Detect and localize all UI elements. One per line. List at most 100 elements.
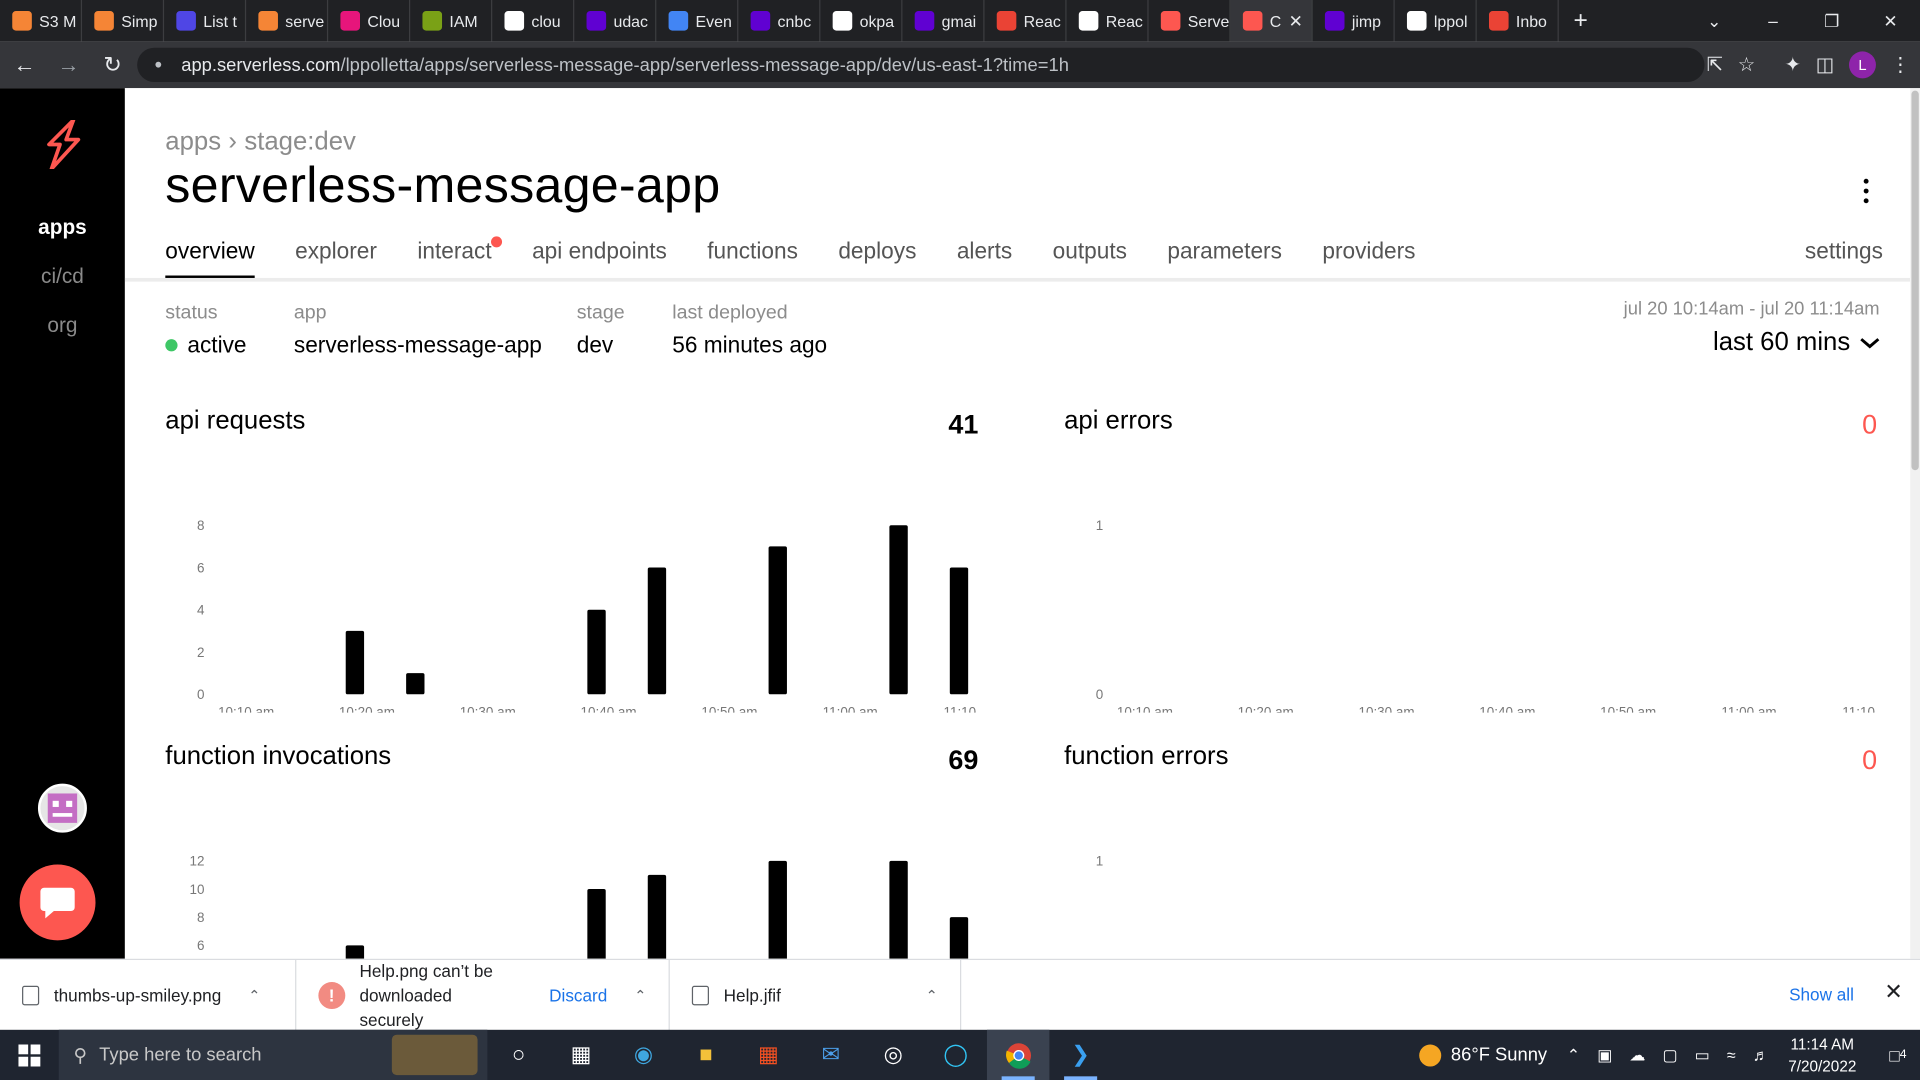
show-all-downloads-link[interactable]: Show all: [1789, 984, 1854, 1004]
browser-tab[interactable]: Reac: [984, 0, 1067, 42]
browser-tab[interactable]: gmai: [902, 0, 985, 42]
notifications-icon[interactable]: □ 4: [1876, 1030, 1920, 1080]
chart-bar[interactable]: [768, 860, 787, 959]
close-tab-icon[interactable]: ✕: [1289, 10, 1303, 31]
taskbar-search-box[interactable]: ⚲ Type here to search: [58, 1029, 488, 1080]
chart-bar[interactable]: [406, 673, 425, 695]
browser-tab[interactable]: jimp: [1313, 0, 1395, 42]
page-scrollbar[interactable]: [1910, 88, 1920, 959]
chrome-icon[interactable]: [986, 1029, 1050, 1080]
chart-bar[interactable]: [949, 917, 969, 959]
serverless-logo[interactable]: [42, 120, 84, 169]
chart-bar[interactable]: [647, 874, 667, 959]
chart-bar[interactable]: [768, 546, 787, 695]
address-bar[interactable]: ● app.serverless.com/lppolletta/apps/ser…: [137, 47, 1705, 83]
chart-bar[interactable]: [587, 888, 606, 959]
breadcrumb-stage[interactable]: stage:dev: [244, 127, 356, 155]
share-icon[interactable]: ⇱: [1707, 53, 1723, 77]
back-icon[interactable]: ←: [5, 52, 44, 78]
battery-icon[interactable]: ▭: [1695, 1045, 1710, 1065]
breadcrumb-apps[interactable]: apps: [165, 127, 221, 155]
microsoft-store-icon[interactable]: ▦: [737, 1030, 799, 1080]
file-explorer-icon[interactable]: ■: [675, 1030, 737, 1080]
browser-tab[interactable]: S3 M: [0, 0, 83, 42]
browser-tab[interactable]: lppol: [1395, 0, 1477, 42]
browser-tab[interactable]: cnbc: [738, 0, 821, 42]
meet-now-icon[interactable]: ▣: [1597, 1045, 1612, 1065]
tab-functions[interactable]: functions: [707, 238, 798, 280]
reload-icon[interactable]: ↻: [93, 52, 132, 78]
tab-providers[interactable]: providers: [1322, 238, 1415, 280]
tab-explorer[interactable]: explorer: [295, 238, 377, 280]
sidebar-item-org[interactable]: org: [0, 313, 125, 337]
tab-search-icon[interactable]: ⌄: [1685, 10, 1744, 31]
display-icon[interactable]: ▢: [1662, 1045, 1677, 1065]
chevron-up-icon[interactable]: ⌃: [248, 986, 260, 1003]
wifi-icon[interactable]: ≈: [1727, 1045, 1736, 1065]
sidebar-item-apps[interactable]: apps: [0, 216, 125, 240]
browser-tab[interactable]: udac: [574, 0, 657, 42]
download-item[interactable]: Help.jfif ⌃: [670, 959, 962, 1031]
mail-icon[interactable]: ✉: [800, 1030, 862, 1080]
browser-tab[interactable]: Simp: [82, 0, 165, 42]
windows-start-icon[interactable]: [0, 1030, 59, 1080]
side-panel-icon[interactable]: ◫: [1816, 53, 1835, 77]
browser-tab[interactable]: serve: [246, 0, 329, 42]
sidebar-item-cicd[interactable]: ci/cd: [0, 264, 125, 288]
close-icon[interactable]: ✕: [1884, 980, 1902, 1006]
weather-widget[interactable]: 86°F Sunny: [1419, 1043, 1547, 1066]
download-item[interactable]: thumbs-up-smiley.png ⌃: [0, 959, 297, 1031]
vscode-icon[interactable]: ❯: [1049, 1030, 1111, 1080]
chart-bar[interactable]: [949, 567, 969, 695]
forward-icon[interactable]: →: [49, 52, 88, 78]
tab-alerts[interactable]: alerts: [957, 238, 1012, 280]
close-window-icon[interactable]: ✕: [1861, 10, 1920, 31]
chart-bar[interactable]: [889, 860, 908, 959]
tab-outputs[interactable]: outputs: [1053, 238, 1127, 280]
restore-icon[interactable]: ❐: [1802, 10, 1861, 31]
chat-support-button[interactable]: [19, 864, 96, 941]
extensions-icon[interactable]: ✦: [1785, 53, 1801, 77]
tab-api-endpoints[interactable]: api endpoints: [532, 238, 667, 280]
tab-settings[interactable]: settings: [1805, 238, 1883, 265]
chevron-up-icon[interactable]: ⌃: [926, 986, 938, 1003]
chart-bar[interactable]: [587, 609, 606, 695]
tab-overview[interactable]: overview: [165, 238, 255, 280]
browser-tab[interactable]: IAM: [410, 0, 493, 42]
tab-interact[interactable]: interact: [417, 236, 502, 280]
discard-button[interactable]: Discard: [549, 985, 607, 1005]
minimize-icon[interactable]: –: [1744, 11, 1803, 31]
new-tab-icon[interactable]: +: [1573, 7, 1587, 35]
chart-bar[interactable]: [345, 945, 365, 959]
browser-menu-icon[interactable]: ⋮: [1891, 53, 1911, 77]
chevron-up-icon[interactable]: ⌃: [634, 986, 646, 1003]
tab-parameters[interactable]: parameters: [1167, 238, 1282, 280]
profile-avatar[interactable]: L: [1848, 51, 1876, 79]
taskbar-clock[interactable]: 11:14 AM 7/20/2022: [1788, 1033, 1856, 1077]
bookmark-star-icon[interactable]: ☆: [1738, 53, 1756, 77]
user-avatar[interactable]: [37, 783, 87, 833]
browser-tab[interactable]: C ✕: [1230, 0, 1313, 42]
download-item-warning[interactable]: ! Help.png can’t be downloaded securely …: [296, 959, 670, 1031]
time-range-select[interactable]: last 60 mins: [1713, 328, 1880, 357]
more-options-icon[interactable]: [1861, 178, 1871, 204]
browser-tab[interactable]: Inbo: [1477, 0, 1559, 42]
chart-bar[interactable]: [889, 525, 908, 695]
chart-bar[interactable]: [647, 567, 667, 695]
onedrive-icon[interactable]: ☁: [1629, 1045, 1645, 1065]
browser-tab[interactable]: clou: [492, 0, 575, 42]
browser-tab[interactable]: Reac: [1067, 0, 1149, 42]
browser-tab[interactable]: Even: [656, 0, 739, 42]
alexa-icon[interactable]: ◯: [924, 1030, 986, 1080]
tab-deploys[interactable]: deploys: [838, 238, 916, 280]
browser-tab[interactable]: okpa: [820, 0, 903, 42]
volume-icon[interactable]: ♬: [1753, 1045, 1769, 1065]
scrollbar-thumb[interactable]: [1911, 90, 1919, 471]
browser-tab[interactable]: Serve: [1149, 0, 1231, 42]
task-view-icon[interactable]: ▦: [550, 1030, 612, 1080]
chart-bar[interactable]: [345, 630, 365, 695]
chevron-up-icon[interactable]: ⌃: [1567, 1045, 1580, 1065]
dell-icon[interactable]: ◎: [862, 1030, 924, 1080]
browser-tab[interactable]: Clou: [328, 0, 411, 42]
cortana-icon[interactable]: ○: [487, 1030, 549, 1080]
